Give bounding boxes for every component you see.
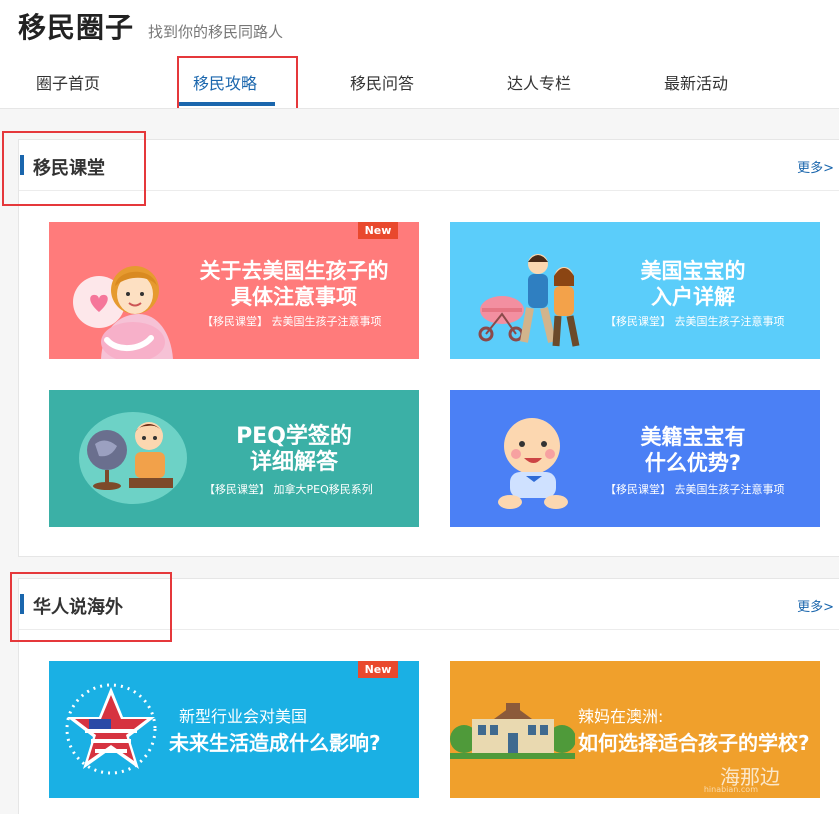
highlight-box: [2, 131, 146, 206]
watermark-url: hinabian.com: [703, 785, 758, 794]
building-icon: [450, 703, 575, 759]
article-card[interactable]: 辣妈在澳洲: 如何选择适合孩子的学校? 海那边 hinabian.com: [450, 661, 820, 798]
family-stroller-illustration: [478, 254, 580, 347]
baby-illustration: [498, 418, 568, 509]
highlight-box: [10, 572, 172, 642]
card-subtitle: 【移民课堂】 去美国生孩子注意事项: [605, 483, 785, 496]
article-card[interactable]: PEQ学签的 详细解答 【移民课堂】 加拿大PEQ移民系列: [49, 390, 419, 527]
nav-events[interactable]: 最新活动: [664, 70, 728, 94]
highlight-box: [177, 56, 298, 116]
card-title-line2: 入户详解: [651, 285, 735, 309]
card-title-line2: 什么优势?: [644, 451, 742, 475]
article-card[interactable]: 关于去美国生孩子的 具体注意事项 【移民课堂】 去美国生孩子注意事项 New: [49, 222, 419, 359]
card-line1: 辣妈在澳洲:: [578, 707, 664, 726]
pregnant-woman-illustration: [73, 266, 173, 359]
student-globe-illustration: [79, 412, 187, 504]
site-header: 移民圈子 找到你的移民同路人 圈子首页 移民攻略 移民问答 达人专栏 最新活动: [0, 0, 839, 108]
nav-experts[interactable]: 达人专栏: [507, 70, 571, 94]
card-title: 美籍宝宝有 什么优势?: [618, 424, 768, 476]
nav-qa[interactable]: 移民问答: [350, 70, 414, 94]
card-line1: 新型行业会对美国: [179, 707, 308, 726]
card-line2: 未来生活造成什么影响?: [169, 731, 381, 755]
card-title-line1: 美籍宝宝有: [640, 425, 746, 449]
article-card[interactable]: 美籍宝宝有 什么优势? 【移民课堂】 去美国生孩子注意事项: [450, 390, 820, 527]
card-title: PEQ学签的 详细解答: [209, 424, 379, 476]
card-line2: 如何选择适合孩子的学校?: [578, 731, 810, 755]
card-title-line1: 美国宝宝的: [640, 259, 746, 283]
card-title: 关于去美国生孩子的 具体注意事项: [189, 258, 399, 310]
card-title-line2: 具体注意事项: [231, 285, 357, 309]
card-title-line1: PEQ学签的: [236, 424, 352, 449]
card-subtitle: 【移民课堂】 去美国生孩子注意事项: [202, 315, 382, 328]
article-card[interactable]: 新型行业会对美国 未来生活造成什么影响? New: [49, 661, 419, 798]
nav-home[interactable]: 圈子首页: [36, 70, 100, 94]
more-link[interactable]: 更多>: [797, 157, 834, 176]
brand-title[interactable]: 移民圈子: [18, 6, 134, 46]
new-badge: New: [358, 222, 398, 239]
new-badge: New: [358, 661, 398, 678]
article-card[interactable]: 美国宝宝的 入户详解 【移民课堂】 去美国生孩子注意事项: [450, 222, 820, 359]
more-link[interactable]: 更多>: [797, 596, 834, 615]
card-title-line1: 关于去美国生孩子的: [199, 259, 389, 283]
card-subtitle: 【移民课堂】 去美国生孩子注意事项: [605, 315, 785, 328]
brand-slogan: 找到你的移民同路人: [148, 23, 284, 41]
card-subtitle: 【移民课堂】 加拿大PEQ移民系列: [204, 483, 373, 496]
card-title: 美国宝宝的 入户详解: [618, 258, 768, 310]
main-nav: 圈子首页 移民攻略 移民问答 达人专栏 最新活动: [0, 62, 839, 108]
card-title-line2: 详细解答: [249, 450, 338, 475]
star-flag-icon: [65, 683, 157, 775]
